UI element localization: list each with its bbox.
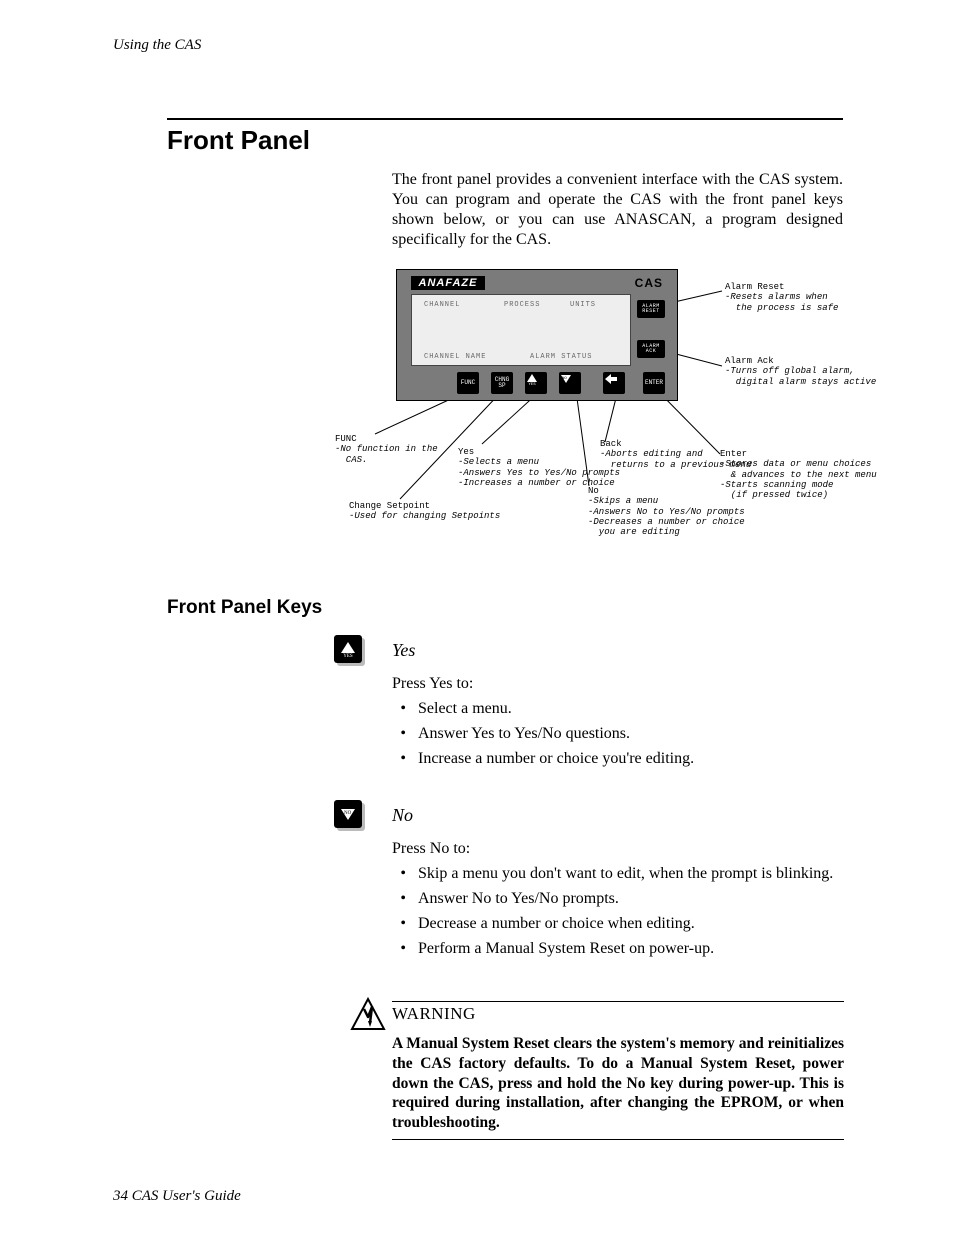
page-footer: 34 CAS User's Guide [113, 1188, 241, 1205]
no-key-icon: NO [334, 800, 362, 828]
caption-alarm-reset: Alarm Reset -Resets alarms when the proc… [725, 282, 838, 313]
heading-front-panel-keys: Front Panel Keys [167, 597, 322, 619]
btn-chngsp[interactable]: CHNGSP [491, 372, 513, 394]
btn-enter[interactable]: ENTER [643, 372, 665, 394]
panel-model: CAS [635, 276, 663, 290]
yes-item: Increase a number or choice you're editi… [414, 750, 843, 768]
lcd-label-units: UNITS [570, 301, 596, 309]
lcd-label-channelname: CHANNEL NAME [424, 353, 486, 361]
btn-func[interactable]: FUNC [457, 372, 479, 394]
no-item: Perform a Manual System Reset on power-u… [414, 940, 843, 958]
caption-no: No -Skips a menu-Answers No to Yes/No pr… [588, 486, 745, 538]
panel-brand: ANAFAZE [411, 276, 485, 290]
warning-icon [350, 997, 386, 1033]
warning-title: WARNING [392, 1002, 844, 1024]
yes-subheading: Yes [392, 640, 415, 661]
lcd-label-process: PROCESS [504, 301, 540, 309]
yes-item: Select a menu. [414, 700, 843, 718]
btn-yes[interactable]: YES [525, 372, 547, 394]
svg-text:NO: NO [344, 811, 352, 816]
warning-text: A Manual System Reset clears the system'… [392, 1024, 844, 1133]
front-panel-diagram: ANAFAZE CAS CHANNEL PROCESS UNITS CHANNE… [330, 264, 855, 574]
caption-back: Back -Aborts editing and returns to a pr… [600, 439, 751, 470]
panel-body: ANAFAZE CAS CHANNEL PROCESS UNITS CHANNE… [396, 269, 678, 401]
svg-text:NO: NO [562, 377, 567, 381]
no-item: Answer No to Yes/No prompts. [414, 890, 843, 908]
btn-alarm-reset[interactable]: ALARMRESET [637, 300, 665, 318]
panel-lcd: CHANNEL PROCESS UNITS CHANNEL NAME ALARM… [411, 294, 631, 366]
intro-paragraph: The front panel provides a convenient in… [392, 170, 843, 250]
no-item: Skip a menu you don't want to edit, when… [414, 865, 843, 883]
no-item: Decrease a number or choice when editing… [414, 915, 843, 933]
btn-alarm-ack[interactable]: ALARMACK [637, 340, 665, 358]
caption-alarm-ack: Alarm Ack -Turns off global alarm, digit… [725, 356, 876, 387]
yes-key-icon: YES [334, 635, 362, 663]
btn-no[interactable]: NO [559, 372, 581, 394]
lcd-label-channel: CHANNEL [424, 301, 460, 309]
svg-text:YES: YES [343, 654, 353, 659]
caption-yes: Yes -Selects a menu-Answers Yes to Yes/N… [458, 447, 620, 488]
running-header: Using the CAS [113, 37, 201, 54]
btn-back[interactable] [603, 372, 625, 394]
yes-lead: Press Yes to: [392, 675, 843, 693]
yes-item: Answer Yes to Yes/No questions. [414, 725, 843, 743]
caption-func: FUNC -No function in the CAS. [335, 434, 438, 465]
yes-block: Press Yes to: Select a menu. Answer Yes … [392, 675, 843, 775]
caption-chng-sp: Change Setpoint -Used for changing Setpo… [349, 501, 500, 522]
lcd-label-alarmstatus: ALARM STATUS [530, 353, 592, 361]
heading-front-panel: Front Panel [167, 118, 843, 156]
svg-text:YES: YES [528, 383, 536, 386]
no-lead: Press No to: [392, 840, 843, 858]
warning-block: WARNING A Manual System Reset clears the… [350, 1001, 844, 1140]
no-block: Press No to: Skip a menu you don't want … [392, 840, 843, 965]
no-subheading: No [392, 805, 413, 826]
